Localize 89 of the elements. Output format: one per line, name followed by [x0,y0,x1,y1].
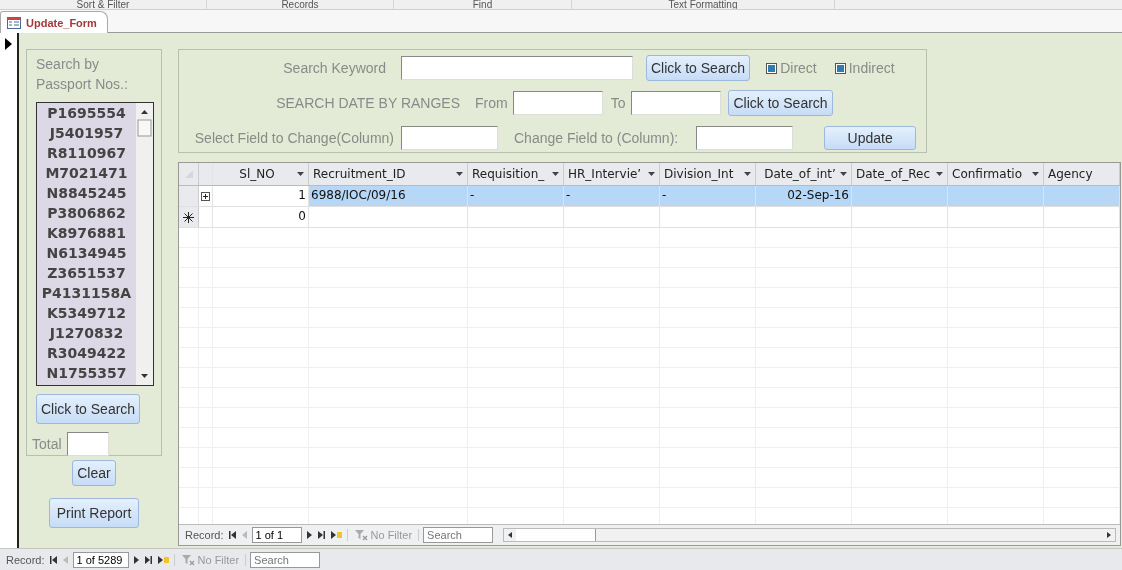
clear-button[interactable]: Clear [72,460,116,486]
passport-item[interactable]: K8976881 [37,223,136,243]
dropdown-icon[interactable] [297,172,304,176]
table-cell: - [662,188,667,202]
column-header[interactable]: HR_Intervie’ [564,163,660,185]
passport-item[interactable]: R3049422 [37,343,136,363]
table-cell: 1 [298,188,306,202]
passport-item[interactable]: P4131158A [37,283,136,303]
passport-item[interactable]: N1755357 [37,363,136,383]
passport-item[interactable]: P3806862 [37,203,136,223]
date-search-button[interactable]: Click to Search [728,90,833,116]
column-header[interactable]: Agency [1044,163,1120,185]
column-header[interactable]: Division_Int [660,163,756,185]
record-position-field[interactable]: 1 of 5289 [72,552,129,568]
filter-icon [180,554,195,566]
from-date-field[interactable] [512,91,603,115]
dropdown-icon[interactable] [744,172,751,176]
passport-search-button[interactable]: Click to Search [36,394,141,424]
ribbon-group-label: Records [207,0,394,9]
to-date-field[interactable] [631,91,722,115]
record-position-field[interactable]: 1 of 1 [251,527,302,543]
from-label: From [475,95,508,111]
print-report-button[interactable]: Print Report [48,498,140,528]
column-header[interactable]: Recruitment_ID [309,163,468,185]
table-cell: - [566,188,571,202]
column-header[interactable]: Date_of_int’ [756,163,852,185]
form-icon [7,16,21,29]
passport-item[interactable]: R8110967 [37,143,136,163]
dropdown-icon[interactable] [936,172,943,176]
column-header[interactable]: Sl_NO [213,163,309,185]
ribbon-group-label: Find [394,0,572,9]
ribbon-group-label: Sort & Filter [0,0,207,9]
horizontal-scrollbar[interactable] [503,528,1116,542]
next-record-icon[interactable] [132,555,140,565]
to-label: To [610,95,626,111]
last-record-icon[interactable] [316,530,326,540]
keyword-field[interactable] [401,56,633,80]
select-field-label: Select Field to Change(Column) [193,130,394,146]
table-cell: 02-Sep-16 [787,188,849,202]
table-cell: 0 [298,209,306,223]
new-record-icon[interactable] [156,555,170,565]
keyword-search-button[interactable]: Click to Search [646,55,751,81]
date-range-label: SEARCH DATE BY RANGES [275,95,460,111]
column-header[interactable]: Requisition_ [468,163,564,185]
new-row-icon [183,211,194,223]
column-header[interactable]: Date_of_Rec [852,163,948,185]
update-button[interactable]: Update [824,126,917,150]
first-record-icon[interactable] [48,555,58,565]
passport-item[interactable]: M7021471 [37,163,136,183]
option-checkbox[interactable] [766,62,778,74]
search-field[interactable]: Search [423,527,494,543]
table-cell: - [470,188,475,202]
expand-icon[interactable] [201,191,210,201]
current-record-icon [5,38,12,50]
table-cell: 6988/IOC/09/16 [311,188,406,202]
passport-search-label: Search by Passport Nos.: [36,55,129,94]
filter-icon [353,529,368,541]
search-field[interactable]: Search [250,552,321,568]
total-field[interactable] [66,432,109,456]
record-label: Record: [185,529,224,541]
search-keyword-label: Search Keyword [282,60,386,76]
change-field-input[interactable] [696,126,794,150]
option-checkbox[interactable] [834,62,846,74]
dropdown-icon[interactable] [840,172,847,176]
select-field-input[interactable] [401,126,498,150]
new-record-icon[interactable] [329,530,343,540]
passport-list[interactable]: P1695554 J5401957 R8110967 M7021471 N8845245 P3806862 K8976881 N6134945 Z3651537 P4131158A K5349712 J1270832 R3049422 N1755357 [36,102,154,386]
option-label: Indirect [848,60,895,76]
table-row[interactable]: 1 6988/IOC/09/16 - - - 02-Sep-16 [179,186,1120,207]
passport-item[interactable]: J1270832 [37,323,136,343]
passport-item[interactable]: J5401957 [37,123,136,143]
dropdown-icon[interactable] [648,172,655,176]
dropdown-icon[interactable] [1032,172,1039,176]
passport-item[interactable]: K5349712 [37,303,136,323]
total-label: Total [32,436,62,452]
next-record-icon[interactable] [305,530,313,540]
option-label: Direct [780,60,817,76]
document-tab[interactable]: Update_Form [0,11,108,33]
passport-item[interactable]: P1695554 [37,103,136,123]
column-header[interactable]: Confirmatio [948,163,1044,185]
passport-item[interactable]: Z3651537 [37,263,136,283]
last-record-icon[interactable] [143,555,153,565]
passport-item[interactable]: N6134945 [37,243,136,263]
passport-item[interactable]: N8845245 [37,183,136,203]
dropdown-icon[interactable] [456,172,463,176]
change-field-label: Change Field to (Column): [514,130,679,146]
dropdown-icon[interactable] [552,172,559,176]
first-record-icon[interactable] [227,530,237,540]
record-label: Record: [6,554,45,566]
